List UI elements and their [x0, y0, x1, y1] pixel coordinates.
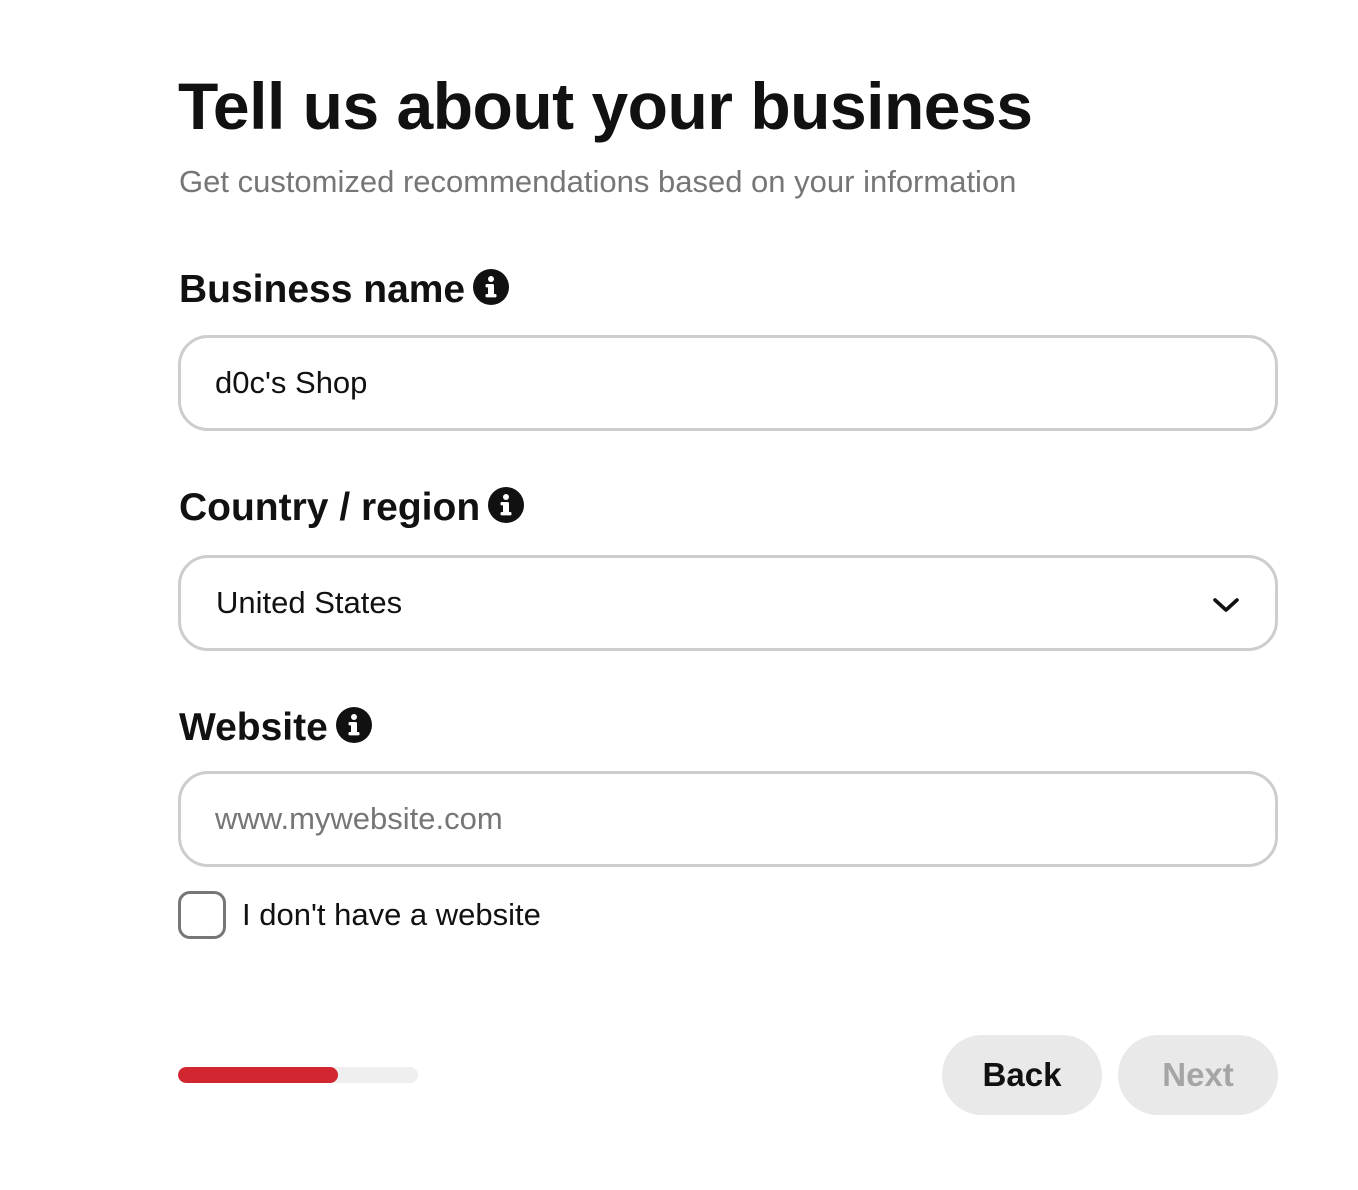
page-subtitle: Get customized recommendations based on …	[179, 164, 1017, 199]
website-label-row: Website	[179, 705, 372, 751]
website-input[interactable]	[181, 774, 1275, 864]
page-title: Tell us about your business	[178, 69, 1033, 143]
progress-bar	[178, 1067, 418, 1083]
info-icon[interactable]	[335, 707, 372, 743]
business-name-label-row: Business name	[179, 267, 510, 313]
country-region-selected-value: United States	[216, 585, 403, 620]
country-region-label: Country / region	[179, 486, 481, 529]
next-button[interactable]: Next	[1118, 1035, 1278, 1115]
website-field	[178, 771, 1278, 867]
info-icon[interactable]	[488, 487, 525, 523]
business-name-label: Business name	[179, 268, 466, 311]
info-icon[interactable]	[473, 269, 510, 305]
no-website-checkbox-row[interactable]: I don't have a website	[178, 891, 541, 939]
business-name-input[interactable]	[181, 338, 1275, 428]
business-name-field	[178, 335, 1278, 431]
country-region-label-row: Country / region	[179, 485, 525, 531]
no-website-label: I don't have a website	[242, 897, 541, 932]
website-label: Website	[179, 706, 328, 749]
no-website-checkbox[interactable]	[178, 891, 226, 939]
chevron-down-icon	[1213, 598, 1239, 612]
back-button[interactable]: Back	[942, 1035, 1102, 1115]
country-region-select[interactable]: United States	[178, 555, 1278, 651]
progress-bar-fill	[178, 1067, 339, 1083]
